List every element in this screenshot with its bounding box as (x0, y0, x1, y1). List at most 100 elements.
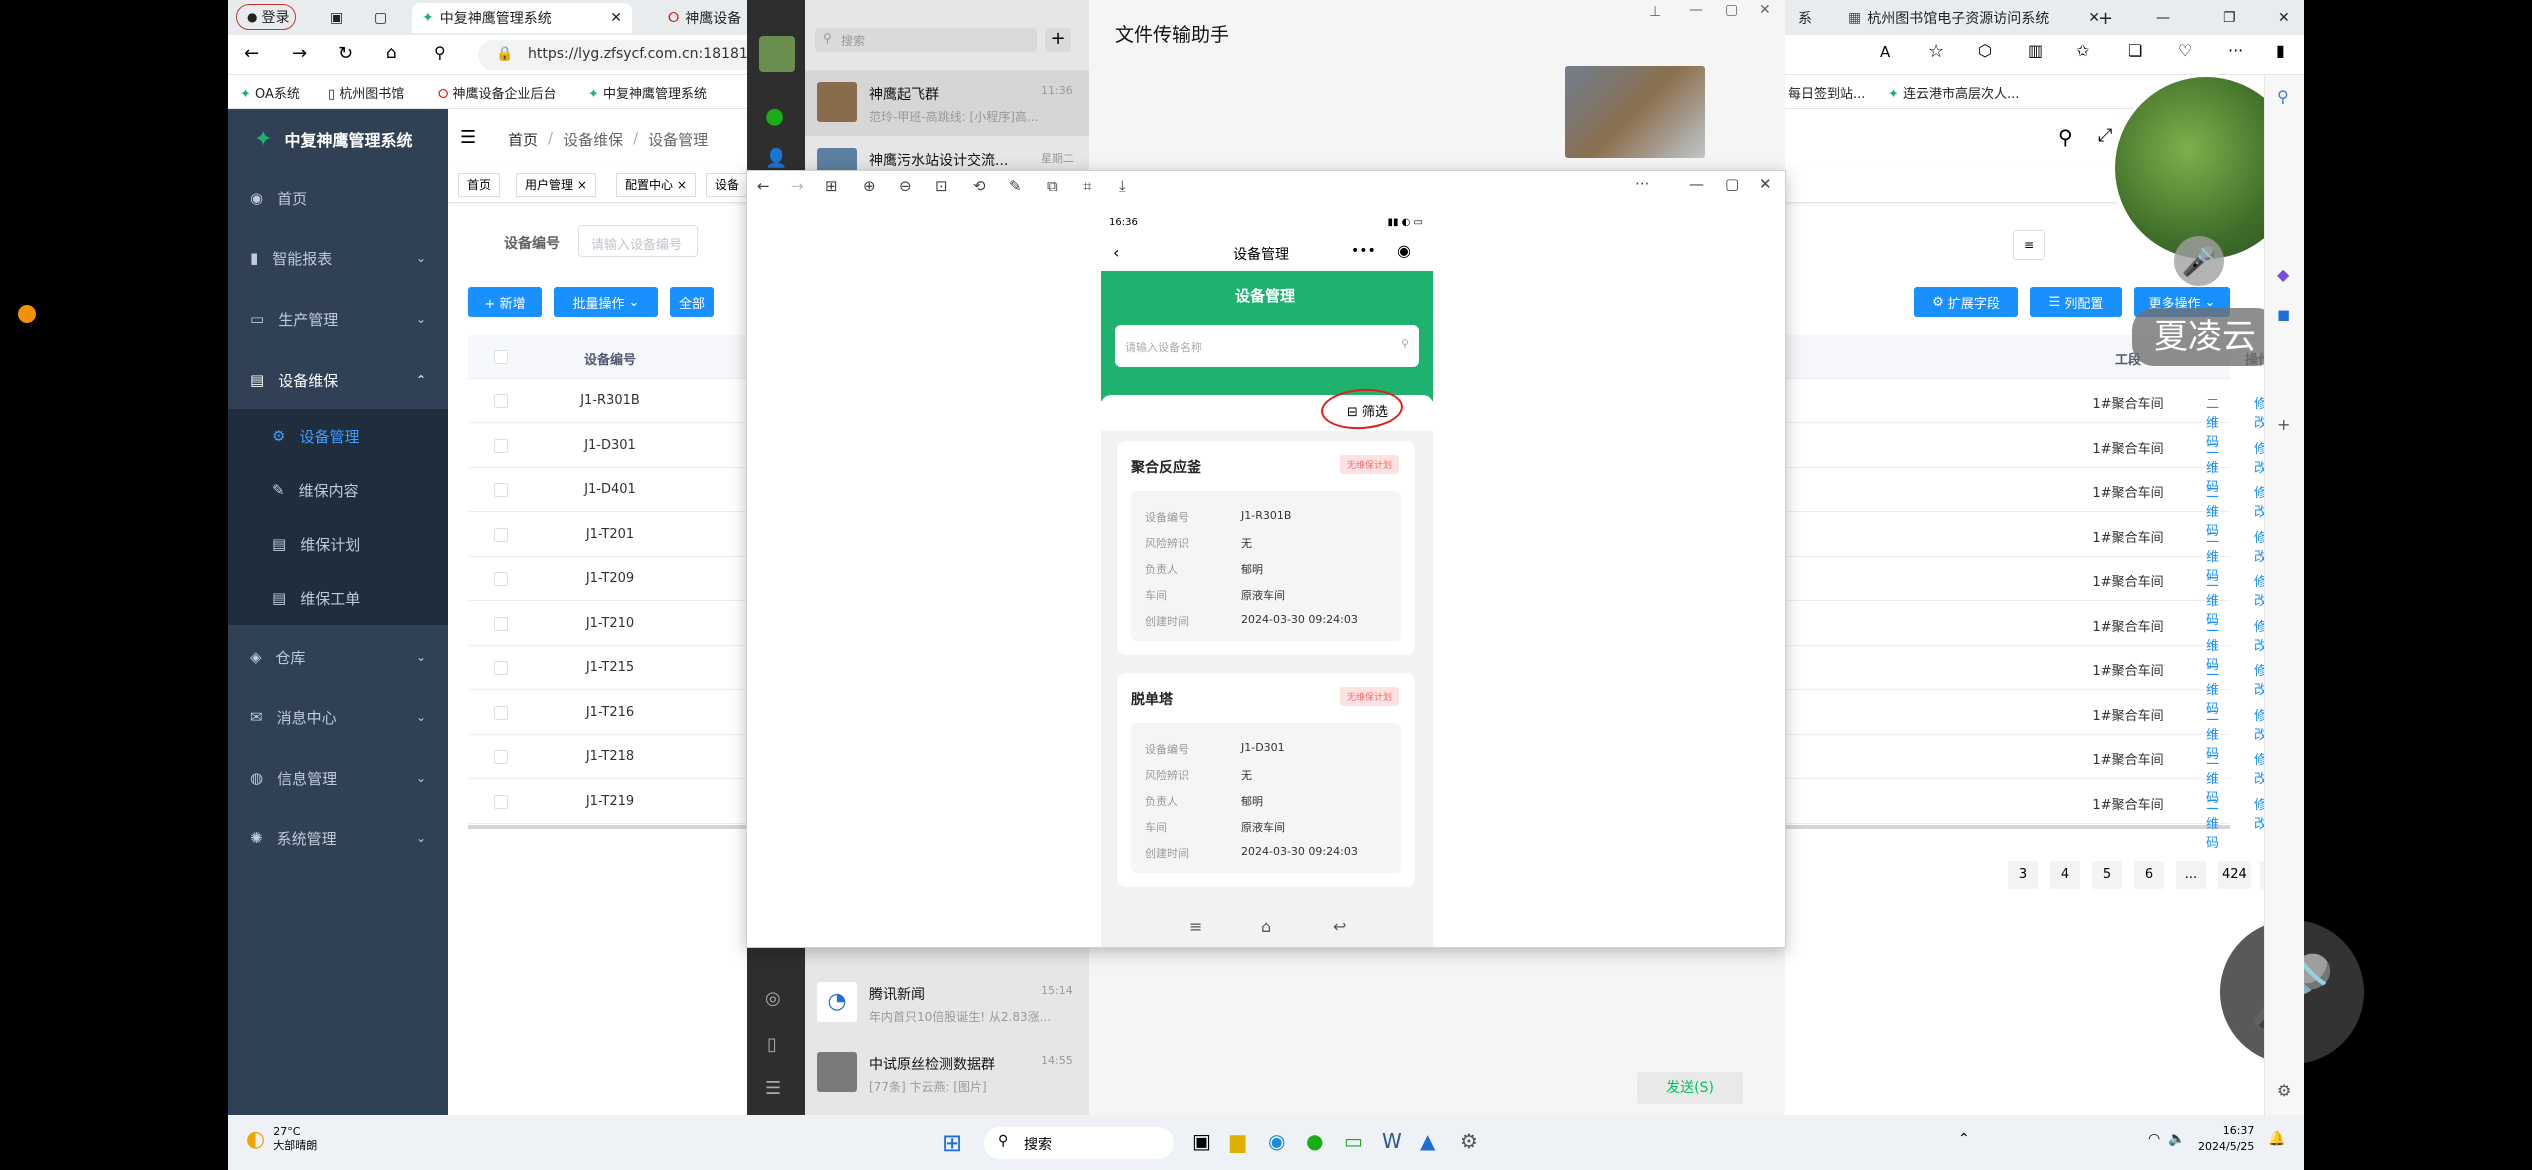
bookmark-admin[interactable]: ✦ 中复神鹰管理系统 (588, 83, 707, 102)
rotate-icon[interactable]: ⟲ (973, 177, 986, 195)
back-icon[interactable]: ‹ (1113, 243, 1119, 262)
sidebar-item-reports[interactable]: ▮ 智能报表 ⌄ (228, 229, 448, 287)
close-window-icon[interactable]: ✕ (2268, 3, 2298, 33)
sidebar-item-maintenance[interactable]: ▤ 设备维保 ⌃ (228, 351, 448, 409)
outlook-icon[interactable]: ◼ (2277, 305, 2290, 324)
back-icon[interactable]: ← (244, 43, 259, 64)
record-icon[interactable]: ◉ (1397, 241, 1411, 260)
search-icon[interactable]: ⚲ (2277, 87, 2289, 106)
device-card[interactable]: 脱单塔 无维保计划 设备编号 J1-D301 风险辨识 无负责人 郁明 车间 原液车间 创建时间 2… (1117, 673, 1415, 887)
translate-icon[interactable]: ⧉ (1047, 177, 1058, 195)
tag-user-management[interactable]: 用户管理 × (516, 173, 596, 197)
close-icon[interactable]: ✕ (610, 10, 622, 26)
menu-icon[interactable]: ≡ (1189, 917, 1202, 936)
row-checkbox[interactable] (494, 483, 508, 497)
page-button[interactable]: ... (2176, 861, 2206, 889)
return-icon[interactable]: ↩ (1333, 917, 1346, 936)
minimize-icon[interactable]: — (2146, 3, 2176, 33)
device-name-search[interactable]: 请输入设备名称 ⚲ (1115, 325, 1419, 367)
close-icon[interactable]: × (577, 178, 587, 192)
sidebar-item-home[interactable]: ◉ 首页 (228, 169, 448, 227)
row-checkbox[interactable] (494, 438, 508, 453)
search-icon[interactable]: ⚲ (434, 43, 446, 62)
maximize-icon[interactable]: ▢ (1725, 2, 1738, 18)
sidebar-sub-maintenance-content[interactable]: ✎ 维保内容 (228, 463, 448, 517)
select-all-checkbox[interactable] (494, 350, 508, 364)
tab-admin[interactable]: ✦ 中复神鹰管理系统 ✕ (412, 3, 632, 33)
edit-icon[interactable]: ✎ (1009, 177, 1022, 195)
row-checkbox[interactable] (494, 394, 508, 408)
task-view-icon[interactable]: ▣ (1192, 1129, 1211, 1153)
tab-collections-icon[interactable]: ▣ (320, 3, 350, 33)
ext-field-button[interactable]: ⚙ 扩展字段 (1914, 287, 2018, 317)
settings-icon[interactable]: ⚙ (2277, 1081, 2291, 1100)
new-tab-button[interactable]: + (2088, 3, 2118, 33)
photos-icon[interactable]: ▲ (1420, 1129, 1435, 1153)
bookmark-checkin[interactable]: 每日签到站... (1788, 83, 1865, 102)
home-icon[interactable]: ⌂ (386, 43, 397, 63)
tag-home[interactable]: 首页 (458, 173, 501, 197)
page-button[interactable]: 3 (2008, 861, 2038, 889)
avatar[interactable] (759, 36, 795, 72)
tag-config-center[interactable]: 配置中心 × (616, 173, 696, 197)
sidebar-toggle-icon[interactable]: ▮ (2276, 41, 2285, 60)
bookmark-talent[interactable]: ✦ 连云港市高层次人... (1888, 83, 2019, 102)
search-icon[interactable]: ⚲ (2058, 125, 2073, 149)
back-icon[interactable]: ← (757, 177, 770, 195)
forward-icon[interactable]: → (292, 43, 307, 64)
row-checkbox[interactable] (494, 527, 508, 542)
tray-chevron-icon[interactable]: ⌃ (1958, 1131, 1970, 1147)
tab-partial[interactable]: 系 (1788, 3, 1828, 33)
favorite-icon[interactable]: ☆ (1928, 41, 1944, 62)
list-item[interactable]: ◔ 腾讯新闻 15:14 年内首只10倍股诞生! 从2.83涨... (805, 970, 1089, 1036)
sidebar-sub-device-management[interactable]: ⚙ 设备管理 (228, 409, 448, 463)
photo-thumbnail[interactable] (1565, 66, 1705, 158)
sidebar-item-system[interactable]: ✺ 系统管理 ⌄ (228, 809, 448, 867)
favorites-list-icon[interactable]: ✩ (2076, 41, 2089, 60)
sidebar-item-production[interactable]: ▭ 生产管理 ⌄ (228, 290, 448, 348)
chat-icon[interactable]: ● (765, 104, 784, 129)
device-card[interactable]: 聚合反应釜 无维保计划 设备编号 J1-R301B 风险辨识 无负责人 郁明 车间 原液车间 创建… (1117, 441, 1415, 655)
minimize-icon[interactable]: — (1689, 175, 1704, 193)
tag-device[interactable]: 设备 (706, 173, 749, 197)
pin-icon[interactable]: ⊥ (1649, 4, 1661, 20)
filter-settings-icon[interactable]: ≡ (2013, 230, 2045, 260)
sidebar-item-warehouse[interactable]: ◈ 仓库 ⌄ (228, 628, 448, 686)
bookmark-oa[interactable]: ✦ OA系统 (240, 83, 300, 102)
batch-button[interactable]: 批量操作 ⌄ (554, 287, 658, 317)
fullscreen-icon[interactable]: ⤢ (2098, 125, 2112, 146)
file-explorer-icon[interactable]: ▆ (1230, 1129, 1245, 1153)
row-checkbox[interactable] (494, 572, 508, 586)
weather-widget[interactable]: ◐ 27°C 大部晴朗 (246, 1125, 317, 1153)
fit-icon[interactable]: ⊡ (935, 177, 948, 195)
grid-icon[interactable]: ⊞ (825, 177, 838, 195)
volume-icon[interactable]: 🔈 (2168, 1131, 2185, 1147)
edge-icon[interactable]: ◉ (1268, 1129, 1285, 1153)
more-icon[interactable]: ••• (1351, 243, 1376, 259)
bookmark-library[interactable]: ▯ 杭州图书馆 (328, 83, 404, 102)
settings-icon[interactable]: ⚙ (1460, 1129, 1478, 1153)
col-config-button[interactable]: ☰ 列配置 (2030, 287, 2122, 317)
list-item[interactable]: 中试原丝检测数据群 14:55 [77条] 卞云燕: [图片] (805, 1040, 1089, 1106)
minimize-icon[interactable]: — (1689, 2, 1703, 18)
taskbar-search[interactable]: ⚲ 搜索 (984, 1127, 1174, 1159)
menu-icon[interactable]: ☰ (765, 1078, 781, 1099)
breadcrumb-maintenance[interactable]: 设备维保 (563, 129, 623, 150)
clock[interactable]: 16:37 2024/5/25 (2198, 1123, 2254, 1155)
tab-library[interactable]: ▦ 杭州图书馆电子资源访问系统 ✕ (1838, 3, 2108, 33)
row-checkbox[interactable] (494, 616, 508, 631)
sidebar-sub-work-order[interactable]: ▤ 维保工单 (228, 571, 448, 625)
sidebar-sub-maintenance-plan[interactable]: ▤ 维保计划 (228, 517, 448, 571)
collections-icon[interactable]: ❏ (2128, 41, 2142, 60)
device-code-input[interactable]: 请输入设备编号 (578, 225, 698, 257)
start-icon[interactable]: ⊞ (942, 1129, 962, 1157)
bookmark-device-backend[interactable]: ⭘ 神鹰设备企业后台 (438, 83, 557, 102)
phone-icon[interactable]: ▯ (767, 1034, 777, 1055)
add-button[interactable]: + 新增 (468, 287, 542, 317)
row-checkbox[interactable] (494, 750, 508, 764)
all-button[interactable]: 全部 (670, 287, 714, 317)
maximize-icon[interactable]: ▢ (1725, 175, 1739, 193)
menu-toggle-icon[interactable]: ☰ (460, 127, 476, 148)
zoom-out-icon[interactable]: ⊖ (899, 177, 912, 195)
close-icon[interactable]: ✕ (1759, 2, 1771, 18)
